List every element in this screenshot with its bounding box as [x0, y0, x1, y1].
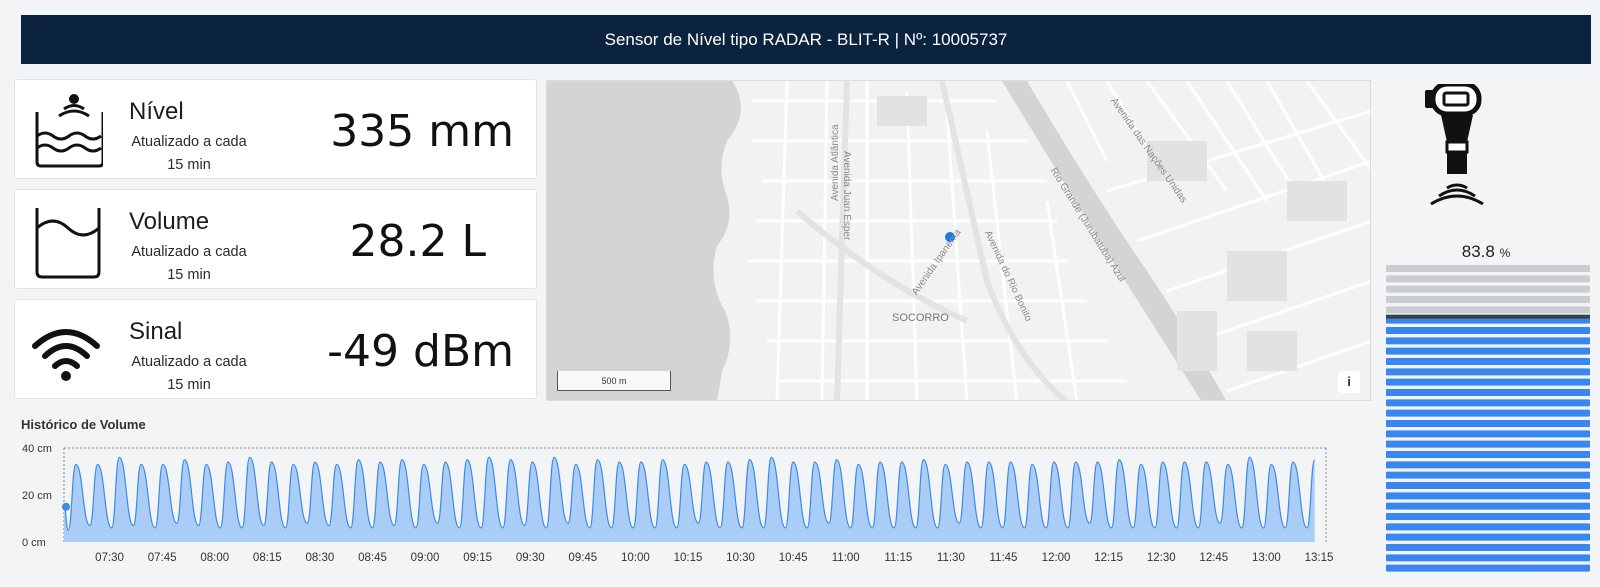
- x-tick-label: 10:15: [674, 552, 703, 564]
- gauge-water-bar: [1386, 378, 1590, 386]
- x-tick-label: 07:45: [148, 552, 177, 564]
- x-tick-label: 08:30: [306, 552, 335, 564]
- page-title: Sensor de Nível tipo RADAR - BLIT-R | Nº…: [604, 29, 1008, 49]
- gauge-water-bar: [1386, 368, 1590, 376]
- x-tick-label: 09:00: [411, 552, 440, 564]
- x-tick-label: 12:30: [1147, 552, 1176, 564]
- gauge-water-bar: [1386, 451, 1590, 458]
- gauge-water-bar: [1386, 482, 1590, 489]
- wifi-signal-icon: [32, 329, 100, 381]
- gauge-empty-bar: [1386, 285, 1590, 293]
- gauge-water-bar: [1386, 420, 1590, 427]
- location-map[interactable]: Avenida Atlântica Avenida Juan Esper Ave…: [546, 80, 1371, 401]
- x-tick-label: 09:15: [463, 552, 492, 564]
- y-tick-label: 20 cm: [22, 490, 52, 502]
- y-tick-label: 40 cm: [22, 443, 52, 455]
- gauge-water-bar: [1386, 513, 1590, 520]
- signal-card: Sinal Atualizado a cada 15 min -49 dBm: [14, 299, 537, 399]
- x-tick-label: 13:15: [1305, 552, 1334, 564]
- gauge-empty-bar: [1386, 265, 1590, 272]
- map-canvas[interactable]: [547, 81, 1371, 401]
- x-tick-label: 10:45: [779, 552, 808, 564]
- percent-value: 83.8: [1461, 242, 1495, 261]
- gauge-water-bar: [1386, 554, 1590, 562]
- volume-card: Volume Atualizado a cada 15 min 28.2 L: [14, 189, 537, 289]
- gauge-water-bar: [1386, 327, 1590, 334]
- gauge-empty-bar: [1386, 296, 1590, 303]
- district-label: SOCORRO: [892, 312, 949, 324]
- x-tick-label: 09:45: [568, 552, 597, 564]
- level-subtitle: Atualizado a cada 15 min: [131, 134, 247, 173]
- gauge-water-bar: [1386, 409, 1590, 417]
- gauge-water-bar: [1386, 440, 1590, 448]
- x-tick-label: 11:45: [990, 552, 1018, 564]
- gauge-water-bar: [1386, 430, 1590, 438]
- gauge-water-bar: [1386, 564, 1590, 572]
- level-card: Nível Atualizado a cada 15 min 335 mm: [14, 79, 537, 179]
- x-tick-label: 10:30: [726, 552, 755, 564]
- gauge-water-bar: [1386, 533, 1590, 541]
- x-tick-label: 08:15: [253, 552, 282, 564]
- x-tick-label: 11:00: [832, 552, 860, 564]
- gauge-empty-bar: [1386, 275, 1590, 283]
- x-tick-label: 13:00: [1252, 552, 1281, 564]
- x-tick-label: 07:30: [95, 552, 124, 564]
- tank-level-gauge: [1386, 265, 1590, 572]
- street-label: Avenida Juan Esper: [841, 151, 852, 241]
- gauge-water-bar: [1386, 337, 1590, 345]
- gauge-water-bar: [1386, 347, 1590, 355]
- signal-subtitle: Atualizado a cada 15 min: [131, 354, 247, 393]
- x-tick-label: 08:45: [358, 552, 387, 564]
- gauge-water-bar: [1386, 471, 1590, 479]
- x-tick-label: 08:00: [200, 552, 229, 564]
- x-tick-label: 11:30: [937, 552, 965, 564]
- map-info-button[interactable]: i: [1338, 371, 1360, 393]
- volume-title: Volume: [129, 208, 210, 235]
- chart-title: Histórico de Volume: [21, 417, 146, 432]
- gauge-water-surface: [1386, 314, 1590, 319]
- x-tick-label: 09:30: [516, 552, 545, 564]
- gauge-water-bar: [1386, 461, 1590, 469]
- volume-value: 28.2 L: [349, 216, 486, 267]
- volume-history-chart[interactable]: 40 cm 20 cm 0 cm 07:30 07:45 08:00 08:15 08:30…: [0, 440, 1370, 587]
- gauge-water-bar: [1386, 502, 1590, 510]
- level-value: 335 mm: [330, 106, 514, 157]
- gauge-water-bar: [1386, 523, 1590, 531]
- x-tick-label: 12:45: [1199, 552, 1228, 564]
- level-title: Nível: [129, 98, 184, 125]
- page-header: Sensor de Nível tipo RADAR - BLIT-R | Nº…: [21, 15, 1591, 64]
- radar-level-icon: [35, 94, 103, 168]
- gauge-empty-bar: [1386, 306, 1590, 314]
- series-start-point: [62, 502, 70, 511]
- percent-unit: %: [1499, 246, 1511, 260]
- tank-volume-icon: [35, 208, 101, 279]
- street-label: Avenida Atlântica: [830, 124, 841, 201]
- x-tick-label: 10:00: [621, 552, 650, 564]
- gauge-water-bar: [1386, 358, 1590, 365]
- volume-subtitle: Atualizado a cada 15 min: [131, 244, 247, 283]
- signal-title: Sinal: [129, 318, 183, 345]
- signal-value: -49 dBm: [327, 326, 514, 377]
- x-tick-label: 12:15: [1094, 552, 1123, 564]
- gauge-water-bar: [1386, 399, 1590, 407]
- fill-percentage: 83.8 %: [1386, 242, 1586, 262]
- gauge-water-bar: [1386, 492, 1590, 500]
- map-scale: 500 m: [557, 371, 671, 391]
- x-tick-label: 12:00: [1042, 552, 1071, 564]
- gauge-water-bar: [1386, 544, 1590, 551]
- y-tick-label: 0 cm: [22, 537, 46, 549]
- gauge-water-bar: [1386, 389, 1590, 396]
- radar-sensor-icon: [1425, 84, 1484, 206]
- x-tick-label: 11:15: [884, 552, 912, 564]
